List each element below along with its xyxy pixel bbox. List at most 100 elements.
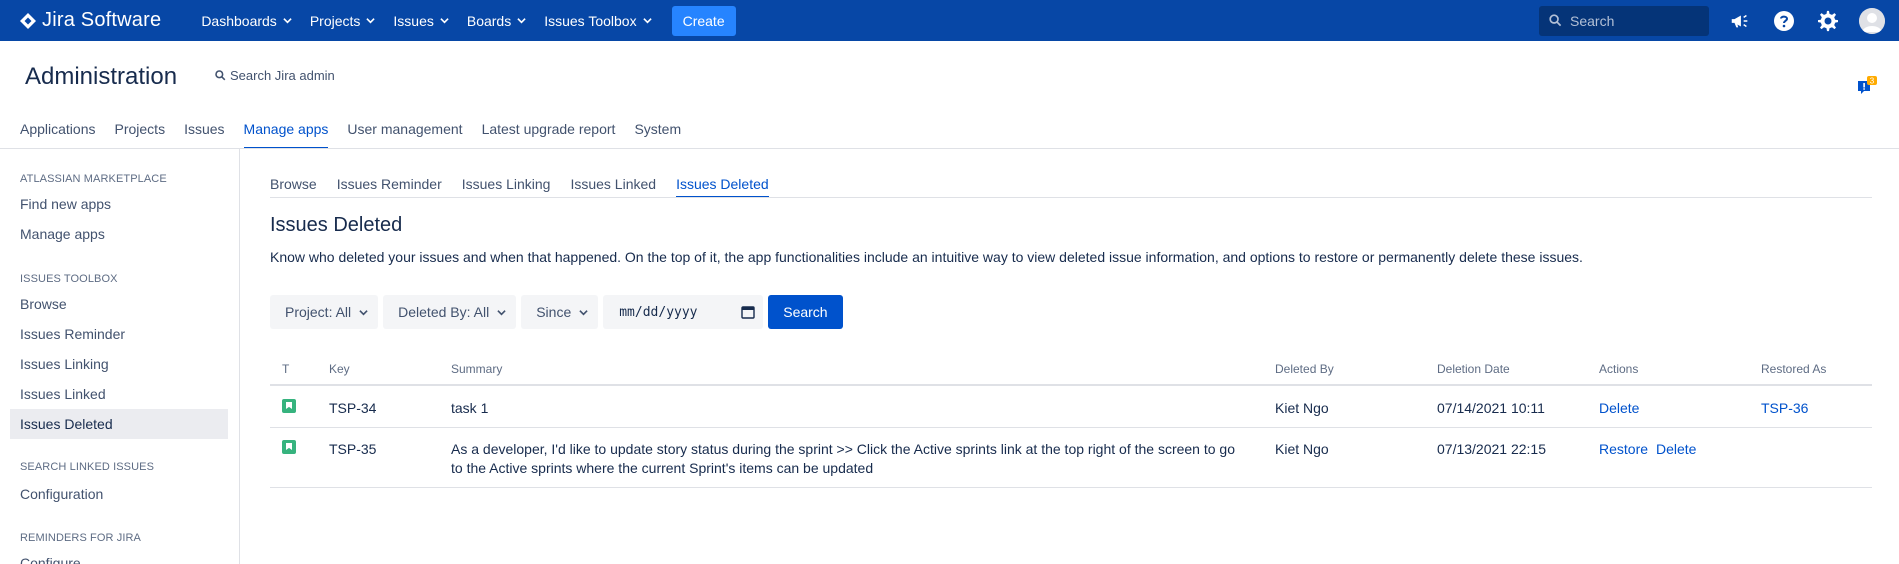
- project-filter-label: Project: All: [285, 304, 352, 320]
- admin-tabs: Applications Projects Issues Manage apps…: [20, 121, 700, 149]
- product-logo[interactable]: Jira Software: [20, 0, 161, 41]
- table-row: TSP-35 As a developer, I'd like to updat…: [270, 428, 1872, 488]
- delete-link[interactable]: Delete: [1599, 400, 1639, 416]
- sidebar-section-title: ISSUES TOOLBOX: [20, 273, 118, 285]
- gear-icon[interactable]: [1815, 8, 1841, 34]
- tab-issues-linking[interactable]: Issues Linking: [462, 176, 551, 198]
- nav-issues-label: Issues: [393, 12, 434, 29]
- issue-key: TSP-34: [329, 400, 377, 416]
- date-input-placeholder: mm/dd/yyyy: [619, 304, 698, 320]
- deletion-date: 07/13/2021 22:15: [1437, 441, 1546, 457]
- megaphone-icon[interactable]: [1727, 8, 1753, 34]
- column-header-deleted-by: Deleted By: [1275, 362, 1334, 376]
- story-icon: [282, 399, 296, 413]
- notification-count: 3: [1870, 77, 1875, 86]
- tab-system[interactable]: System: [634, 121, 681, 149]
- section-title: Issues Deleted: [270, 214, 403, 236]
- issue-summary-line-1: As a developer, I'd like to update story…: [451, 441, 1235, 457]
- sidebar-item-browse[interactable]: Browse: [10, 289, 228, 319]
- chevron-down-icon: [497, 309, 506, 315]
- restored-as-link[interactable]: TSP-36: [1761, 400, 1808, 416]
- chevron-down-icon: [642, 18, 652, 24]
- since-filter[interactable]: Since: [521, 295, 599, 329]
- nav-boards-label: Boards: [466, 12, 512, 29]
- nav-projects[interactable]: Projects: [310, 13, 376, 29]
- sidebar-item-issues-linked[interactable]: Issues Linked: [10, 379, 228, 409]
- nav-dashboards-label: Dashboards: [201, 12, 277, 29]
- issue-key: TSP-35: [329, 441, 377, 457]
- nav-issues[interactable]: Issues: [393, 12, 449, 29]
- chevron-down-icon: [579, 309, 588, 315]
- sidebar-item-manage-apps[interactable]: Manage apps: [10, 219, 228, 249]
- nav-projects-label: Projects: [309, 12, 361, 29]
- table-header: T Key Summary Deleted By Deletion Date A…: [270, 356, 1872, 386]
- admin-search-link[interactable]: Search Jira admin: [215, 68, 335, 83]
- sidebar-section-title: ATLASSIAN MARKETPLACE: [20, 173, 167, 185]
- column-header-deletion-date: Deletion Date: [1437, 362, 1510, 376]
- issue-summary: task 1: [451, 400, 489, 416]
- deleted-by-filter[interactable]: Deleted By: All: [383, 295, 517, 329]
- primary-nav: Dashboards Projects Issues Boards Issues…: [201, 0, 736, 41]
- tab-projects[interactable]: Projects: [115, 121, 166, 149]
- tab-manage-apps[interactable]: Manage apps: [243, 121, 329, 149]
- tab-issues-linked[interactable]: Issues Linked: [570, 176, 656, 198]
- sidebar-section-title: SEARCH LINKED ISSUES: [20, 461, 155, 473]
- deleted-by-filter-label: Deleted By: All: [398, 304, 490, 320]
- nav-issues-toolbox[interactable]: Issues Toolbox: [544, 12, 652, 29]
- page-title: Administration: [25, 63, 178, 90]
- delete-link[interactable]: Delete: [1656, 441, 1696, 457]
- issue-summary-line-2: to the Active sprints where the current …: [451, 460, 874, 476]
- chevron-down-icon: [440, 18, 449, 24]
- sidebar-item-issues-deleted[interactable]: Issues Deleted: [10, 409, 228, 439]
- column-header-summary: Summary: [451, 362, 503, 376]
- product-name: Jira Software: [42, 9, 162, 31]
- notification-icon[interactable]: 3: [1856, 76, 1877, 96]
- admin-search-label: Search Jira admin: [230, 68, 335, 83]
- nav-dashboards[interactable]: Dashboards: [201, 13, 292, 29]
- sidebar: ATLASSIAN MARKETPLACE Find new apps Mana…: [0, 149, 240, 564]
- global-search-input[interactable]: Search: [1539, 5, 1709, 36]
- jira-logo-icon: [20, 12, 36, 29]
- column-header-actions: Actions: [1599, 362, 1639, 376]
- filter-bar: Project: All Deleted By: All Since mm/dd…: [270, 295, 843, 329]
- calendar-icon[interactable]: [741, 305, 755, 319]
- restore-link[interactable]: Restore: [1599, 441, 1648, 457]
- top-navbar: Jira Software Dashboards Projects Issues…: [0, 0, 1899, 41]
- tab-user-management[interactable]: User management: [347, 121, 462, 149]
- nav-boards[interactable]: Boards: [467, 13, 526, 29]
- search-button[interactable]: Search: [768, 295, 843, 329]
- column-header-key: Key: [329, 362, 350, 376]
- sidebar-item-issues-linking[interactable]: Issues Linking: [10, 349, 228, 379]
- tab-issues-deleted[interactable]: Issues Deleted: [676, 176, 769, 198]
- tab-applications[interactable]: Applications: [20, 121, 96, 149]
- sidebar-item-issues-reminder[interactable]: Issues Reminder: [10, 319, 228, 349]
- sidebar-item-find-new-apps[interactable]: Find new apps: [10, 189, 228, 219]
- deletion-date: 07/14/2021 10:11: [1437, 400, 1545, 416]
- app-tabs-divider: [270, 197, 1872, 198]
- nav-issues-toolbox-label: Issues Toolbox: [544, 12, 637, 29]
- chevron-down-icon: [366, 18, 376, 24]
- tab-browse[interactable]: Browse: [270, 176, 317, 198]
- deleted-by: Kiet Ngo: [1275, 400, 1329, 416]
- create-button[interactable]: Create: [671, 5, 736, 36]
- tab-latest-upgrade-report[interactable]: Latest upgrade report: [482, 121, 616, 149]
- chevron-down-icon: [283, 18, 292, 24]
- chevron-down-icon: [359, 309, 368, 315]
- sidebar-section-title: REMINDERS FOR JIRA: [20, 532, 141, 544]
- admin-tabs-divider: [0, 148, 1899, 149]
- project-filter[interactable]: Project: All: [270, 295, 379, 329]
- deleted-by: Kiet Ngo: [1275, 441, 1329, 457]
- help-icon[interactable]: [1771, 8, 1797, 34]
- chevron-down-icon: [517, 18, 526, 24]
- search-icon: [1549, 14, 1562, 27]
- tab-issues[interactable]: Issues: [184, 121, 224, 149]
- sidebar-item-configuration[interactable]: Configuration: [10, 479, 228, 509]
- avatar[interactable]: [1859, 7, 1885, 34]
- tab-issues-reminder[interactable]: Issues Reminder: [337, 176, 442, 198]
- since-filter-label: Since: [536, 304, 572, 320]
- date-input[interactable]: mm/dd/yyyy: [603, 295, 764, 329]
- sidebar-item-configure[interactable]: Configure: [10, 548, 228, 564]
- section-description: Know who deleted your issues and when th…: [270, 249, 1583, 265]
- column-header-type: T: [282, 362, 290, 376]
- column-header-restored-as: Restored As: [1761, 362, 1827, 376]
